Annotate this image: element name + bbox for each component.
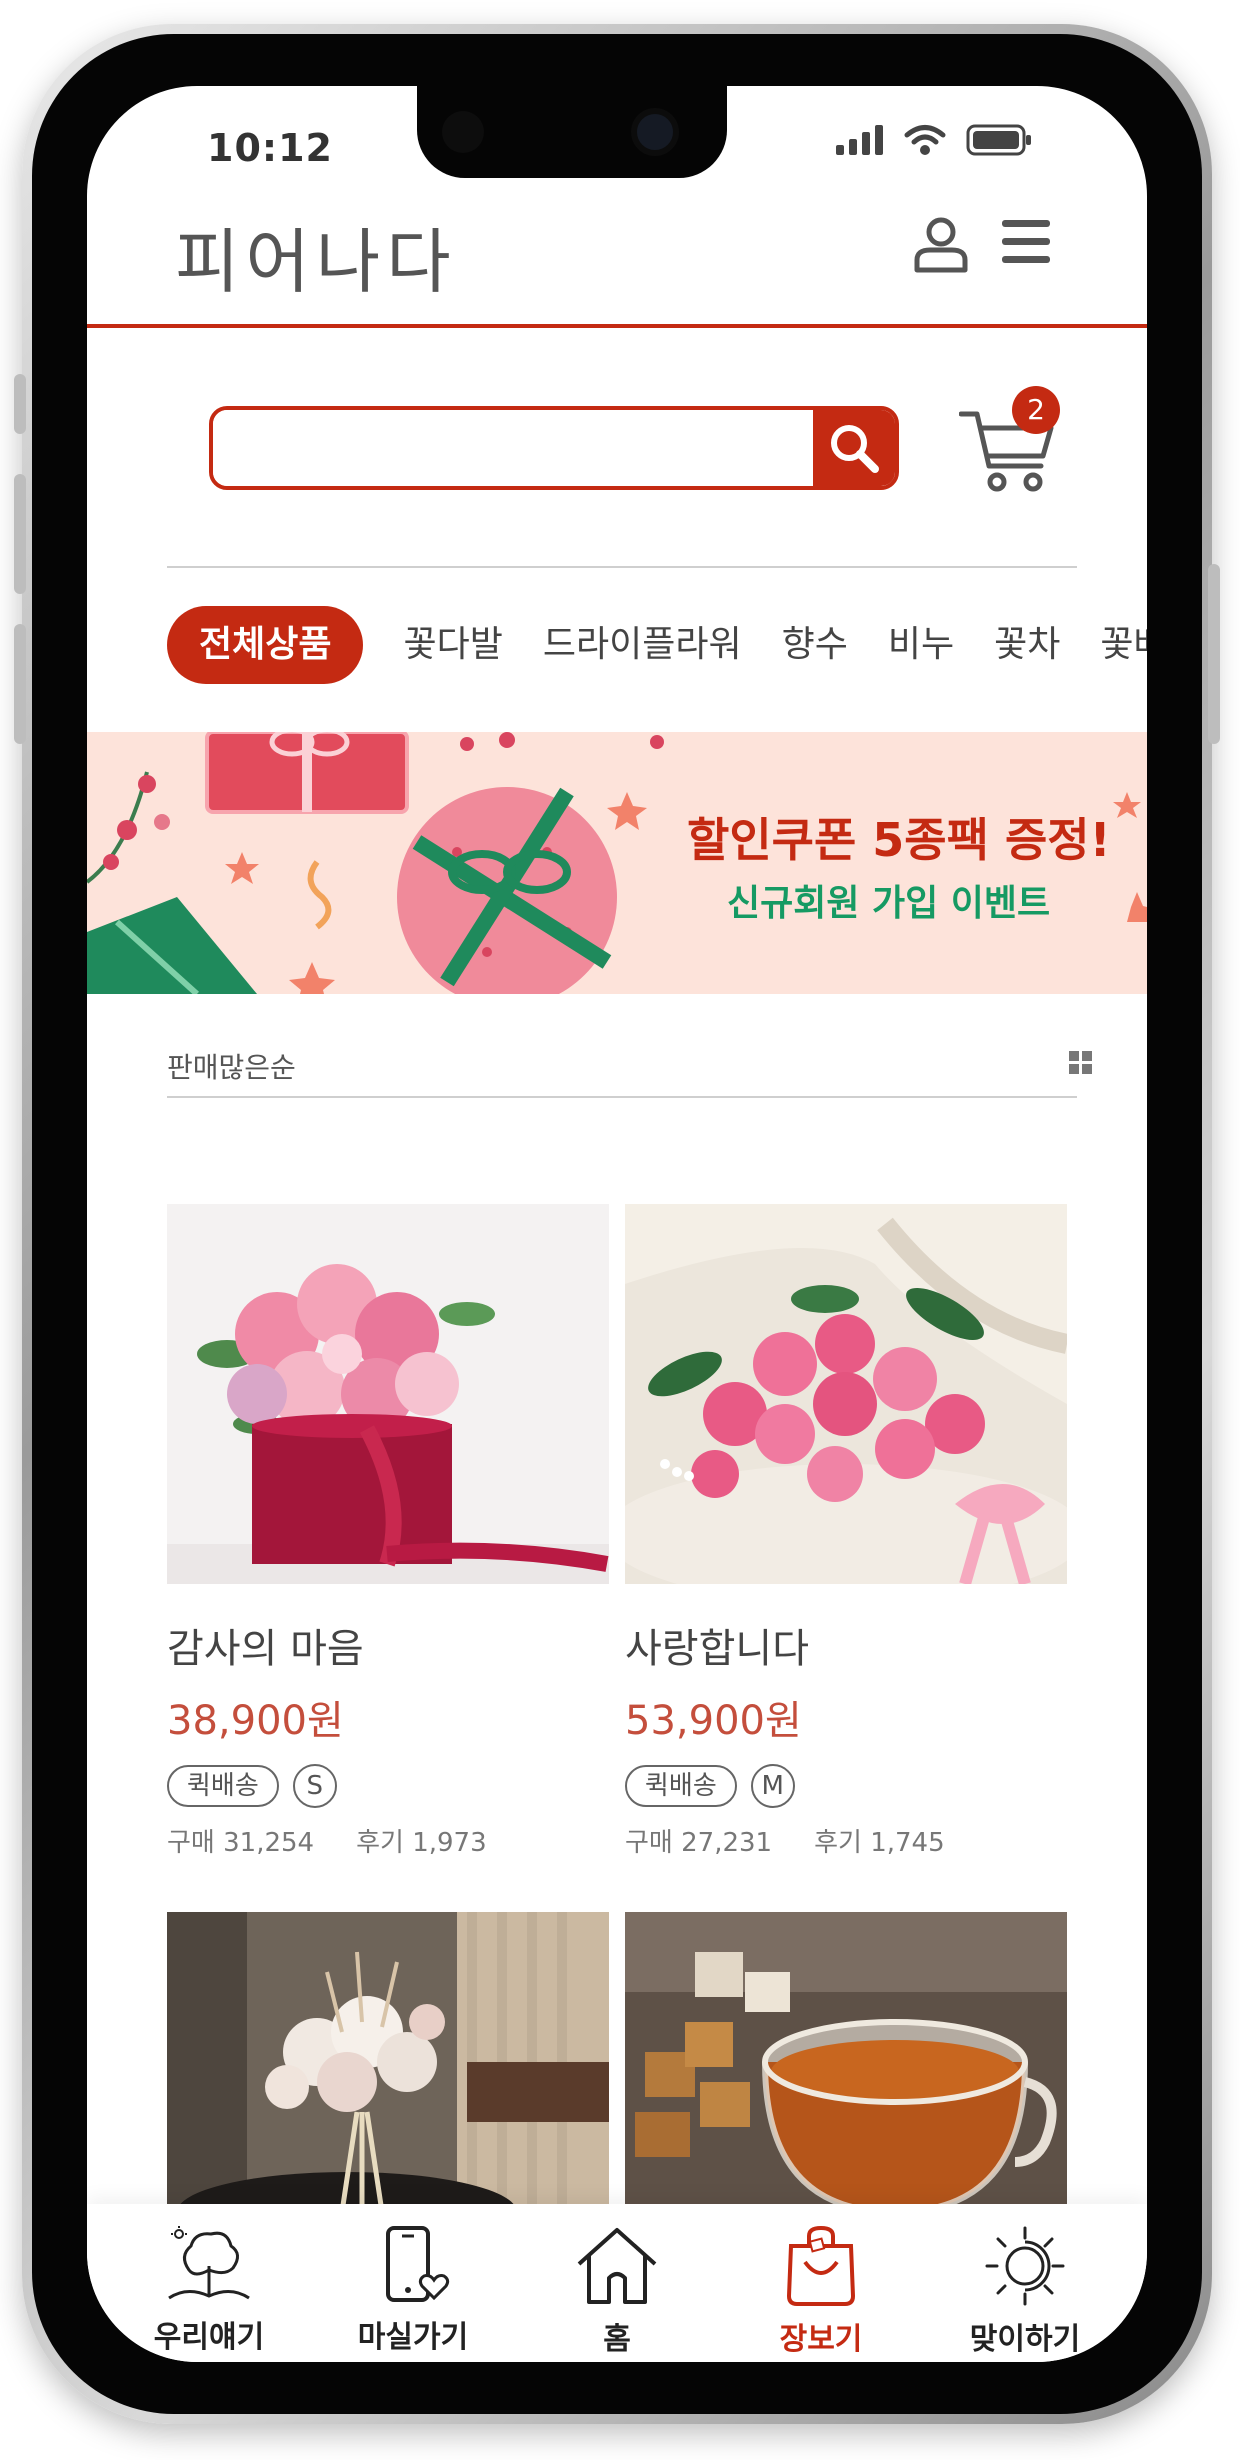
flower-tea-image — [625, 1912, 1067, 2212]
size-badge: S — [292, 1764, 337, 1808]
search-divider — [167, 566, 1077, 568]
sun-icon — [985, 2226, 1065, 2306]
banner-title: 할인쿠폰 5종팩 증정! — [687, 813, 1111, 867]
product-image[interactable] — [625, 1204, 1067, 1584]
cart-count-badge: 2 — [1012, 386, 1060, 434]
quick-delivery-badge: 퀵배송 — [167, 1765, 279, 1807]
phone-heart-icon — [386, 2226, 450, 2302]
purchase-count: 구매 27,231 — [625, 1828, 773, 1858]
search-icon — [831, 425, 879, 473]
product-price: 38,900원 — [167, 1698, 344, 1744]
product-price: 53,900원 — [625, 1698, 802, 1744]
category-tabs: 전체상품 꽃다발 드라이플라워 향수 비누 꽃차 꽃배달 — [167, 606, 1147, 684]
wifi-icon — [904, 125, 946, 155]
product-name[interactable]: 사랑합니다 — [625, 1616, 1067, 1674]
mute-switch — [14, 374, 26, 434]
product-card[interactable] — [167, 1912, 609, 2212]
product-image[interactable] — [167, 1912, 609, 2212]
tab-flower-delivery[interactable]: 꽃배달 — [1100, 606, 1147, 684]
nav-item-outing[interactable]: 마실가기 — [318, 2204, 508, 2362]
product-image[interactable] — [625, 1912, 1067, 2212]
volume-down-button — [14, 624, 26, 744]
size-badge: M — [750, 1764, 795, 1808]
battery-icon — [966, 124, 1031, 156]
review-count: 후기 1,973 — [356, 1828, 487, 1858]
tab-soap[interactable]: 비누 — [888, 606, 954, 684]
home-icon — [577, 2228, 657, 2304]
product-card[interactable]: 사랑합니다 53,900원 퀵배송 M 구매 27,231 후기 1,745 — [625, 1204, 1067, 1859]
product-tags: 퀵배송 S — [167, 1764, 609, 1808]
search-input[interactable] — [213, 410, 813, 486]
dried-flower-image — [167, 1912, 609, 2212]
sort-divider — [167, 1096, 1077, 1098]
grid-view-icon[interactable] — [1069, 1051, 1093, 1075]
nav-label: 마실가기 — [357, 2320, 469, 2355]
tab-all-products[interactable]: 전체상품 — [167, 606, 364, 684]
header-actions — [912, 216, 1052, 274]
nav-label: 우리얘기 — [153, 2320, 265, 2355]
camera — [631, 108, 679, 156]
bottom-navigation: 우리얘기 마실가기 홈 장보기 맞이하기 — [87, 2204, 1147, 2362]
volume-up-button — [14, 474, 26, 594]
product-name[interactable]: 감사의 마음 — [167, 1616, 609, 1674]
nav-label: 맞이하기 — [969, 2322, 1081, 2357]
nav-item-our-story[interactable]: 우리얘기 — [114, 2204, 304, 2362]
tree-icon — [168, 2226, 250, 2300]
nav-item-shopping[interactable]: 장보기 — [726, 2204, 916, 2362]
user-icon[interactable] — [912, 216, 970, 274]
product-image[interactable] — [167, 1204, 609, 1584]
nav-label: 홈 — [603, 2322, 631, 2357]
nav-label: 장보기 — [779, 2322, 863, 2357]
notch — [417, 86, 727, 178]
quick-delivery-badge: 퀵배송 — [625, 1765, 737, 1807]
search-bar — [209, 406, 899, 490]
phone-frame: 10:12 피어나다 2 전체상품 꽃다발 드라이플라워 향수 비누 꽃차 꽃 … — [14, 24, 1220, 2424]
speaker — [442, 111, 484, 153]
banner-subtitle: 신규회원 가입 이벤트 — [727, 883, 1051, 924]
power-button — [1208, 564, 1220, 744]
product-card[interactable] — [625, 1912, 1067, 2212]
app-logo[interactable]: 피어나다 — [175, 206, 457, 307]
purchase-count: 구매 31,254 — [167, 1828, 315, 1858]
header-divider — [87, 324, 1147, 328]
product-card[interactable]: 감사의 마음 38,900원 퀵배송 S 구매 31,254 후기 1,973 — [167, 1204, 609, 1859]
menu-icon[interactable] — [1000, 216, 1052, 268]
phone-bezel: 10:12 피어나다 2 전체상품 꽃다발 드라이플라워 향수 비누 꽃차 꽃 … — [32, 34, 1202, 2414]
search-button[interactable] — [813, 410, 895, 486]
sort-dropdown[interactable]: 판매많은순 — [167, 1046, 296, 1086]
nav-item-home[interactable]: 홈 — [522, 2204, 712, 2362]
rose-bouquet-image — [625, 1204, 1067, 1584]
bouquet-box-image — [167, 1204, 609, 1584]
app-screen: 10:12 피어나다 2 전체상품 꽃다발 드라이플라워 향수 비누 꽃차 꽃 … — [87, 86, 1147, 2362]
status-time: 10:12 — [207, 126, 333, 170]
tab-flower-tea[interactable]: 꽃차 — [994, 606, 1060, 684]
signal-icon — [836, 125, 883, 155]
event-banner[interactable]: 할인쿠폰 5종팩 증정! 신규회원 가입 이벤트 — [87, 732, 1147, 994]
tab-perfume[interactable]: 향수 — [782, 606, 848, 684]
status-icons — [836, 124, 1032, 156]
product-stats: 구매 31,254 후기 1,973 — [167, 1822, 609, 1859]
product-stats: 구매 27,231 후기 1,745 — [625, 1822, 1067, 1859]
shopping-bag-icon — [786, 2226, 856, 2306]
tab-dried-flower[interactable]: 드라이플라워 — [543, 606, 742, 684]
tab-bouquet[interactable]: 꽃다발 — [403, 606, 502, 684]
nav-item-welcome[interactable]: 맞이하기 — [930, 2204, 1120, 2362]
review-count: 후기 1,745 — [814, 1828, 945, 1858]
product-tags: 퀵배송 M — [625, 1764, 1067, 1808]
